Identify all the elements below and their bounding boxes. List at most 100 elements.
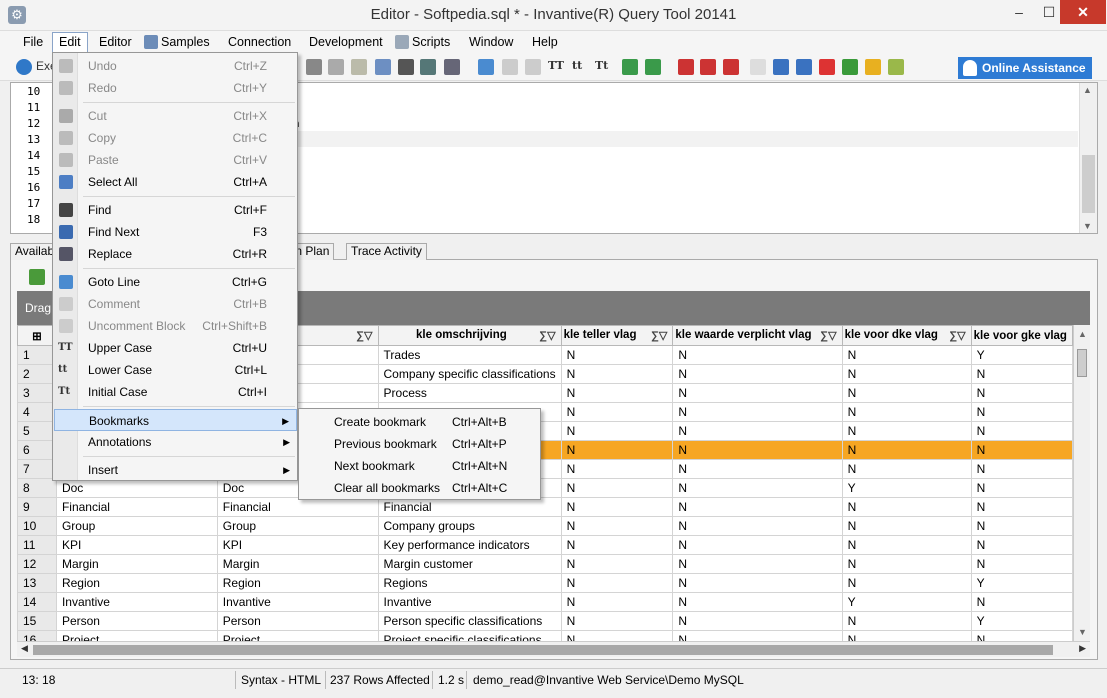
table-cell[interactable]: N: [560, 478, 674, 498]
table-cell[interactable]: N: [560, 630, 674, 641]
menu-item-find[interactable]: Find Ctrl+F: [54, 199, 297, 221]
row-number[interactable]: 2: [17, 364, 57, 384]
table-cell[interactable]: Project specific classifications: [377, 630, 562, 641]
table-cell[interactable]: N: [560, 535, 674, 555]
table-cell[interactable]: Region: [55, 573, 218, 593]
menu-item-cut[interactable]: Cut Ctrl+X: [54, 105, 297, 127]
table-cell[interactable]: N: [560, 497, 674, 517]
menu-samples[interactable]: Samples: [144, 34, 210, 52]
row-number[interactable]: 11: [17, 535, 57, 555]
sql-file-icon[interactable]: [773, 59, 789, 75]
css-file-icon[interactable]: [888, 59, 904, 75]
tcl-file-icon[interactable]: [796, 59, 812, 75]
editor-scrollbar[interactable]: ▲ ▼: [1079, 83, 1097, 233]
table-cell[interactable]: N: [841, 630, 972, 641]
table-cell[interactable]: Group: [55, 516, 218, 536]
row-number[interactable]: 14: [17, 592, 57, 612]
copy-toolbar-icon[interactable]: [328, 59, 344, 75]
column-header[interactable]: kle waarde verplicht vlag ∑▽: [672, 325, 843, 346]
paste-toolbar-icon[interactable]: [351, 59, 367, 75]
table-cell[interactable]: Person: [216, 611, 379, 631]
table-cell[interactable]: N: [841, 573, 972, 593]
table-cell[interactable]: N: [841, 383, 972, 403]
column-header[interactable]: kle teller vlag ∑▽: [560, 325, 674, 346]
menu-window[interactable]: Window: [469, 34, 513, 52]
table-cell[interactable]: N: [672, 383, 843, 403]
menu-item-comment[interactable]: Comment Ctrl+B: [54, 293, 297, 315]
table-cell[interactable]: N: [970, 516, 1073, 536]
table-cell[interactable]: Project: [55, 630, 218, 641]
uncomment-toolbar-icon[interactable]: [525, 59, 541, 75]
comment-toolbar-icon[interactable]: [502, 59, 518, 75]
table-cell[interactable]: N: [560, 611, 674, 631]
table-cell[interactable]: Financial: [55, 497, 218, 517]
next-bookmark-item[interactable]: Next bookmark Ctrl+Alt+N: [300, 455, 540, 477]
menu-item-insert[interactable]: Insert ▶: [54, 459, 297, 481]
close-button[interactable]: ✕: [1060, 0, 1106, 24]
row-number[interactable]: 4: [17, 402, 57, 422]
row-number[interactable]: 8: [17, 478, 57, 498]
execute-icon[interactable]: [16, 59, 32, 75]
table-cell[interactable]: N: [970, 554, 1073, 574]
scroll-up-icon[interactable]: ▲: [1078, 329, 1087, 339]
row-number[interactable]: 3: [17, 383, 57, 403]
table-cell[interactable]: N: [672, 516, 843, 536]
menu-item-find-next[interactable]: Find Next F3: [54, 221, 297, 243]
row-number[interactable]: 10: [17, 516, 57, 536]
menu-scripts[interactable]: Scripts: [395, 34, 450, 52]
row-number[interactable]: 7: [17, 459, 57, 479]
table-cell[interactable]: N: [841, 611, 972, 631]
merge-icon[interactable]: [723, 59, 739, 75]
table-cell[interactable]: Y: [841, 592, 972, 612]
menu-item-initial-case[interactable]: Tt Initial Case Ctrl+I: [54, 381, 297, 403]
table-row[interactable]: 9 Financial Financial Financial N N N N: [17, 497, 1073, 517]
table-cell[interactable]: N: [970, 592, 1073, 612]
table-cell[interactable]: N: [970, 440, 1073, 460]
column-header[interactable]: kle voor dke vlag ∑▽: [841, 325, 972, 346]
upper-case-toolbar-icon[interactable]: TT: [548, 59, 564, 72]
table-cell[interactable]: N: [841, 364, 972, 384]
filter-icon[interactable]: ∑▽: [949, 329, 965, 342]
row-number[interactable]: 5: [17, 421, 57, 441]
table-cell[interactable]: Y: [970, 573, 1073, 593]
previous-bookmark-item[interactable]: Previous bookmark Ctrl+Alt+P: [300, 433, 540, 455]
table-cell[interactable]: N: [841, 554, 972, 574]
table-cell[interactable]: N: [970, 630, 1073, 641]
table-cell[interactable]: N: [841, 459, 972, 479]
table-cell[interactable]: Margin: [55, 554, 218, 574]
table-cell[interactable]: Process: [377, 383, 562, 403]
table-cell[interactable]: Key performance indicators: [377, 535, 562, 555]
syntax-mode[interactable]: Syntax - HTML: [241, 673, 321, 687]
html-file-icon[interactable]: [842, 59, 858, 75]
table-cell[interactable]: N: [672, 497, 843, 517]
table-cell[interactable]: N: [560, 345, 674, 365]
table-cell[interactable]: Invantive: [55, 592, 218, 612]
table-cell[interactable]: Doc: [55, 478, 218, 498]
table-cell[interactable]: Y: [970, 345, 1073, 365]
column-header[interactable]: kle omschrijving ∑▽: [377, 325, 562, 346]
menu-item-select-all[interactable]: Select All Ctrl+A: [54, 171, 297, 193]
sql-import-icon[interactable]: [645, 59, 661, 75]
table-row[interactable]: 10 Group Group Company groups N N N N: [17, 516, 1073, 536]
scroll-down-icon[interactable]: ▼: [1083, 221, 1092, 231]
table-row[interactable]: 14 Invantive Invantive Invantive N N Y N: [17, 592, 1073, 612]
table-cell[interactable]: N: [841, 497, 972, 517]
find-next-toolbar-icon[interactable]: [420, 59, 436, 75]
create-bookmark-item[interactable]: Create bookmark Ctrl+Alt+B: [300, 411, 540, 433]
menu-item-bookmarks[interactable]: Bookmarks ▶: [54, 409, 297, 431]
menu-item-paste[interactable]: Paste Ctrl+V: [54, 149, 297, 171]
table-cell[interactable]: N: [970, 402, 1073, 422]
find-toolbar-icon[interactable]: [398, 59, 414, 75]
table-cell[interactable]: N: [672, 592, 843, 612]
menu-item-goto-line[interactable]: Goto Line Ctrl+G: [54, 271, 297, 293]
table-cell[interactable]: Person specific classifications: [377, 611, 562, 631]
table-cell[interactable]: N: [970, 383, 1073, 403]
table-cell[interactable]: N: [841, 440, 972, 460]
table-cell[interactable]: N: [970, 478, 1073, 498]
table-cell[interactable]: Margin: [216, 554, 379, 574]
table-cell[interactable]: N: [672, 478, 843, 498]
table-cell[interactable]: Person: [55, 611, 218, 631]
grid-vertical-scrollbar[interactable]: ▲ ▼: [1073, 325, 1090, 641]
menu-item-redo[interactable]: Redo Ctrl+Y: [54, 77, 297, 99]
table-cell[interactable]: Company groups: [377, 516, 562, 536]
